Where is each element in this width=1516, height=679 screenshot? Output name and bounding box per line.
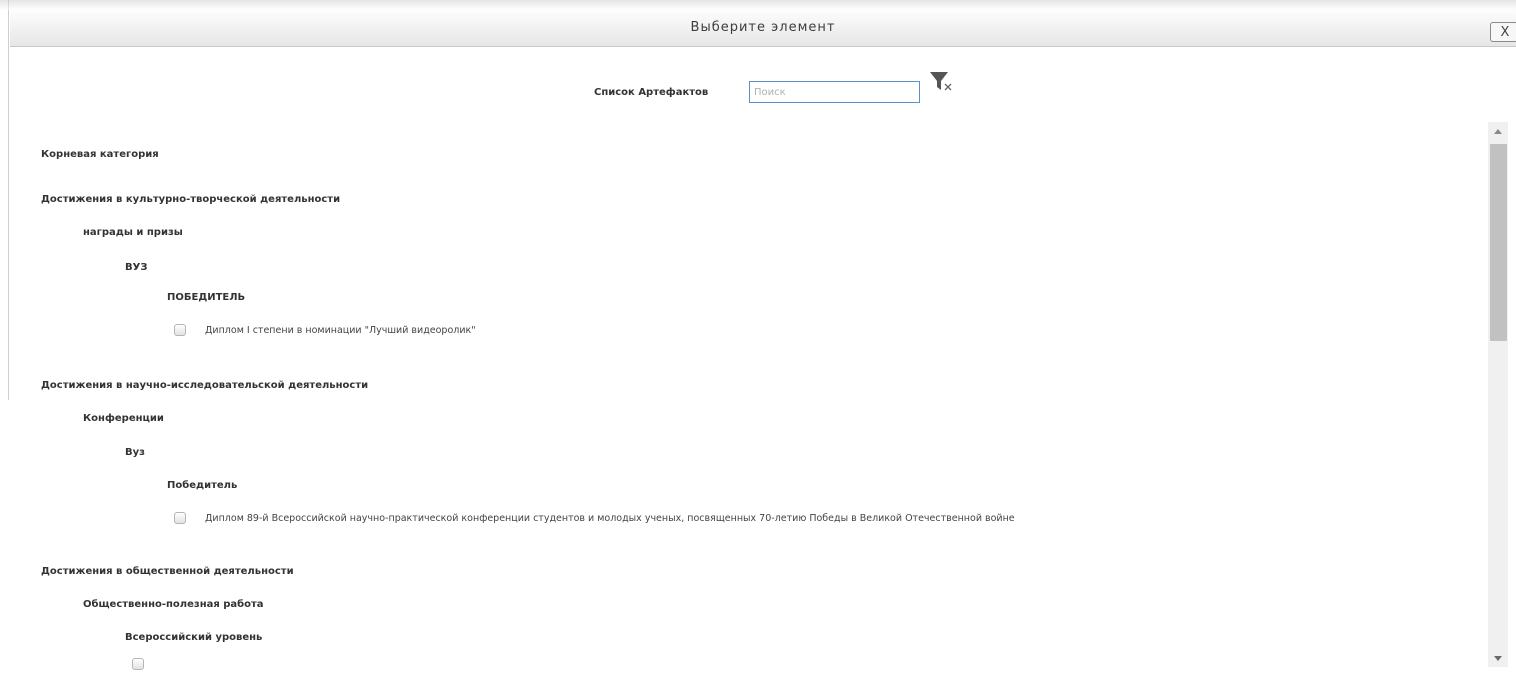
- item-checkbox[interactable]: [132, 658, 144, 670]
- tree-node-category[interactable]: Достижения в культурно-творческой деятел…: [41, 194, 340, 205]
- filter-clear-icon[interactable]: [928, 70, 956, 94]
- tree-node-subcategory[interactable]: Конференции: [83, 413, 164, 424]
- close-icon: X: [1500, 24, 1510, 40]
- tree-node-level[interactable]: ВУЗ: [125, 262, 147, 273]
- tree-item[interactable]: Диплом 89-й Всероссийской научно-практич…: [174, 512, 1015, 524]
- artifact-tree: Корневая категория Достижения в культурн…: [0, 122, 1486, 679]
- vertical-scrollbar[interactable]: [1488, 122, 1508, 667]
- scroll-up-button[interactable]: [1488, 122, 1508, 140]
- tree-node-category[interactable]: Достижения в научно-исследовательской де…: [41, 380, 368, 391]
- tree-node-level[interactable]: Вуз: [125, 447, 145, 458]
- tree-node-level[interactable]: Всероссийский уровень: [125, 632, 262, 643]
- tree-item-label: Диплом I степени в номинации "Лучший вид…: [205, 324, 476, 336]
- tree-node-category[interactable]: Достижения в общественной деятельности: [41, 566, 294, 577]
- dialog-title: Выберите элемент: [690, 20, 836, 35]
- select-element-dialog: Выберите элемент X Список Артефактов Кор…: [0, 0, 1516, 679]
- search-input[interactable]: [749, 81, 920, 103]
- artifacts-list-label: Список Артефактов: [594, 87, 709, 98]
- tree-item[interactable]: Диплом I степени в номинации "Лучший вид…: [174, 324, 476, 336]
- arrow-up-icon: [1494, 128, 1502, 134]
- tree-node-status[interactable]: Победитель: [167, 480, 237, 491]
- item-checkbox[interactable]: [174, 512, 186, 524]
- titlebar-shadow: [0, 0, 1516, 10]
- scroll-down-button[interactable]: [1488, 649, 1508, 667]
- search-row: Список Артефактов: [0, 72, 1516, 108]
- tree-node-subcategory[interactable]: награды и призы: [83, 227, 183, 238]
- tree-item-label: Диплом 89-й Всероссийской научно-практич…: [205, 512, 1015, 524]
- scroll-thumb[interactable]: [1490, 144, 1507, 341]
- tree-item[interactable]: [132, 658, 163, 670]
- tree-node-root[interactable]: Корневая категория: [41, 149, 159, 160]
- tree-node-status[interactable]: ПОБЕДИТЕЛЬ: [167, 292, 245, 303]
- close-button[interactable]: X: [1490, 22, 1516, 42]
- tree-node-subcategory[interactable]: Общественно-полезная работа: [83, 599, 264, 610]
- dialog-titlebar[interactable]: Выберите элемент: [10, 10, 1516, 47]
- item-checkbox[interactable]: [174, 324, 186, 336]
- arrow-down-icon: [1494, 655, 1502, 661]
